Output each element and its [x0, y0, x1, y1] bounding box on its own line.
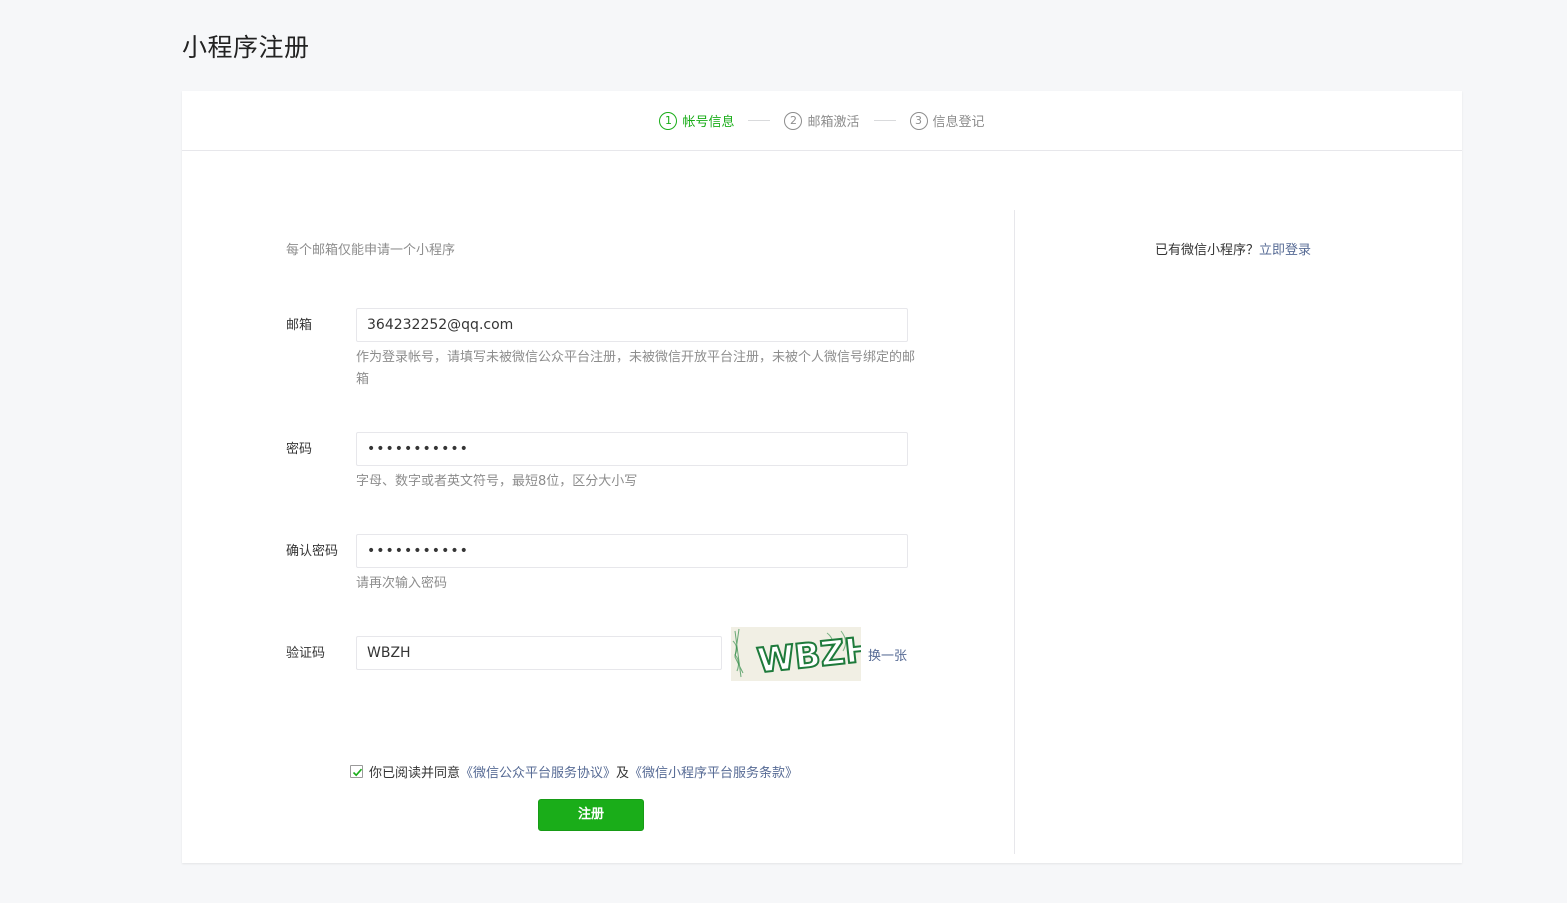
registration-card: 1 帐号信息 2 邮箱激活 3 信息登记 每个邮箱仅能申请一个小程序 邮箱 36… [182, 91, 1462, 863]
register-button[interactable]: 注册 [538, 799, 644, 831]
step-email-activation: 2 邮箱激活 [784, 111, 860, 130]
step-info-registration: 3 信息登记 [909, 111, 985, 130]
captcha-label: 验证码 [286, 646, 326, 661]
password-label: 密码 [286, 442, 313, 457]
login-prompt: 已有微信小程序？立即登录 [1155, 239, 1311, 258]
check-icon [352, 768, 363, 777]
email-label: 邮箱 [286, 318, 313, 333]
step-number-1: 1 [659, 111, 678, 130]
confirm-password-label: 确认密码 [286, 544, 339, 559]
confirm-password-hint: 请再次输入密码 [356, 576, 448, 591]
step-separator [748, 120, 771, 121]
email-hint: 作为登录帐号，请填写未被微信公众平台注册，未被微信开放平台注册，未被个人微信号绑… [356, 350, 916, 387]
captcha-graphic: WBZH [731, 627, 861, 681]
step-label-account-info: 帐号信息 [682, 115, 735, 130]
step-label-email-activation: 邮箱激活 [807, 115, 860, 130]
column-divider [1014, 210, 1015, 854]
service-agreement-link[interactable]: 《微信公众平台服务协议》 [460, 762, 616, 781]
miniprogram-terms-link[interactable]: 《微信小程序平台服务条款》 [629, 762, 798, 781]
password-hint: 字母、数字或者英文符号，最短8位，区分大小写 [356, 474, 638, 489]
step-number-3: 3 [909, 111, 928, 130]
agreement-and: 及 [616, 766, 630, 781]
password-field[interactable]: ••••••••••• [356, 432, 908, 466]
login-link[interactable]: 立即登录 [1259, 243, 1311, 258]
step-account-info: 1 帐号信息 [659, 111, 734, 130]
agreement-row: 你已阅读并同意 《微信公众平台服务协议》 及 《微信小程序平台服务条款》 [350, 762, 798, 781]
page-title: 小程序注册 [182, 33, 310, 62]
agreement-checkbox[interactable] [350, 765, 363, 778]
email-field[interactable]: 364232252@qq.com [356, 308, 908, 342]
step-separator [873, 120, 896, 121]
step-number-2: 2 [784, 111, 803, 130]
step-indicator: 1 帐号信息 2 邮箱激活 3 信息登记 [182, 91, 1462, 151]
captcha-field[interactable]: WBZH [356, 636, 722, 670]
form-tip: 每个邮箱仅能申请一个小程序 [286, 243, 456, 258]
captcha-image[interactable]: WBZH [731, 627, 861, 681]
agreement-prefix: 你已阅读并同意 [369, 766, 461, 781]
confirm-password-field[interactable]: ••••••••••• [356, 534, 908, 568]
captcha-refresh-link[interactable]: 换一张 [868, 645, 907, 664]
login-prompt-text: 已有微信小程序？ [1155, 243, 1260, 258]
step-label-info-registration: 信息登记 [932, 115, 985, 130]
